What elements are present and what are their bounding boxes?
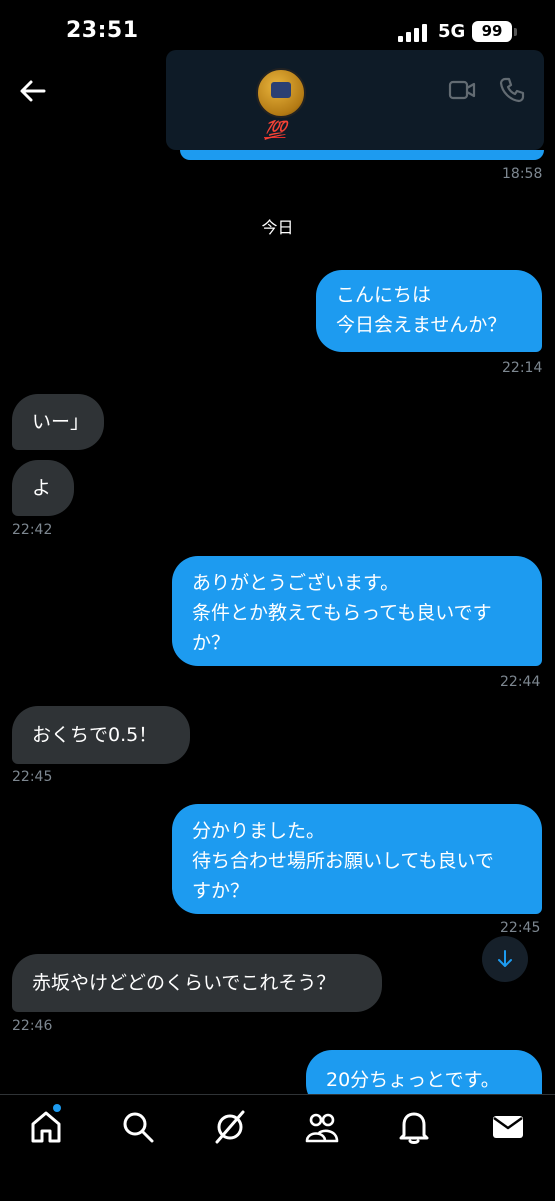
message-text: よ <box>32 477 52 499</box>
message-text: 条件とか教えてもらっても良いです <box>192 602 492 624</box>
message-text: 赤坂やけどどのくらいでこれそう？ <box>32 972 336 994</box>
message-bubble-outgoing[interactable]: 分かりました。 待ち合わせ場所お願いしても良いで すか？ <box>172 804 542 914</box>
back-arrow-icon[interactable] <box>18 76 48 106</box>
bottom-navigation <box>0 1094 555 1201</box>
message-bubble-incoming[interactable]: おくちで0.5！ <box>12 706 190 764</box>
network-type: 5G <box>438 21 466 42</box>
message-time: 22:44 <box>500 674 541 690</box>
message-text: すか？ <box>192 880 250 902</box>
message-text: ありがとうございます。 <box>192 572 400 594</box>
message-text: こんにちは <box>336 284 432 306</box>
message-bubble-incoming[interactable]: 赤坂やけどどのくらいでこれそう？ <box>12 954 382 1012</box>
grok-icon[interactable] <box>212 1109 248 1145</box>
signal-icon <box>398 24 428 42</box>
message-time: 22:42 <box>12 522 53 538</box>
message-bubble-outgoing[interactable]: ありがとうございます。 条件とか教えてもらっても良いです か？ <box>172 556 542 666</box>
messages-icon[interactable] <box>490 1109 526 1145</box>
message-bubble-incoming[interactable]: いー」 <box>12 394 104 450</box>
message-text: 分かりました。 <box>192 820 326 842</box>
phone-call-icon[interactable] <box>498 76 526 104</box>
battery-icon: 99 <box>472 21 512 42</box>
arrow-down-icon <box>498 950 512 967</box>
message-bubble-outgoing[interactable]: こんにちは 今日会えませんか？ <box>316 270 542 352</box>
message-text: 待ち合わせ場所お願いしても良いで <box>192 850 494 872</box>
hundred-emoji-badge: 💯 <box>264 120 286 141</box>
clock: 23:51 <box>66 18 139 43</box>
day-separator: 今日 <box>261 218 294 237</box>
scroll-to-bottom-button[interactable] <box>482 936 528 982</box>
communities-icon[interactable] <box>304 1109 340 1145</box>
notifications-icon[interactable] <box>396 1109 432 1145</box>
previous-message-time: 18:58 <box>502 166 543 182</box>
message-text: おくちで0.5！ <box>32 724 158 746</box>
message-text: 今日会えませんか？ <box>336 314 507 336</box>
battery-tip <box>514 28 517 36</box>
message-time: 22:14 <box>502 360 543 376</box>
previous-message-bubble <box>180 150 544 160</box>
message-time: 22:45 <box>12 769 53 785</box>
message-bubble-incoming[interactable]: よ <box>12 460 74 516</box>
message-time: 22:46 <box>12 1018 53 1034</box>
avatar[interactable] <box>256 68 306 118</box>
message-text: いー」 <box>32 411 90 433</box>
home-icon[interactable] <box>28 1109 64 1145</box>
video-call-icon[interactable] <box>448 78 476 102</box>
home-notification-dot <box>53 1104 61 1112</box>
blurred-profile-area <box>166 50 544 150</box>
message-text: か？ <box>192 632 231 654</box>
search-icon[interactable] <box>120 1109 156 1145</box>
conversation-header: 💯 <box>0 50 555 156</box>
message-time: 22:45 <box>500 920 541 936</box>
